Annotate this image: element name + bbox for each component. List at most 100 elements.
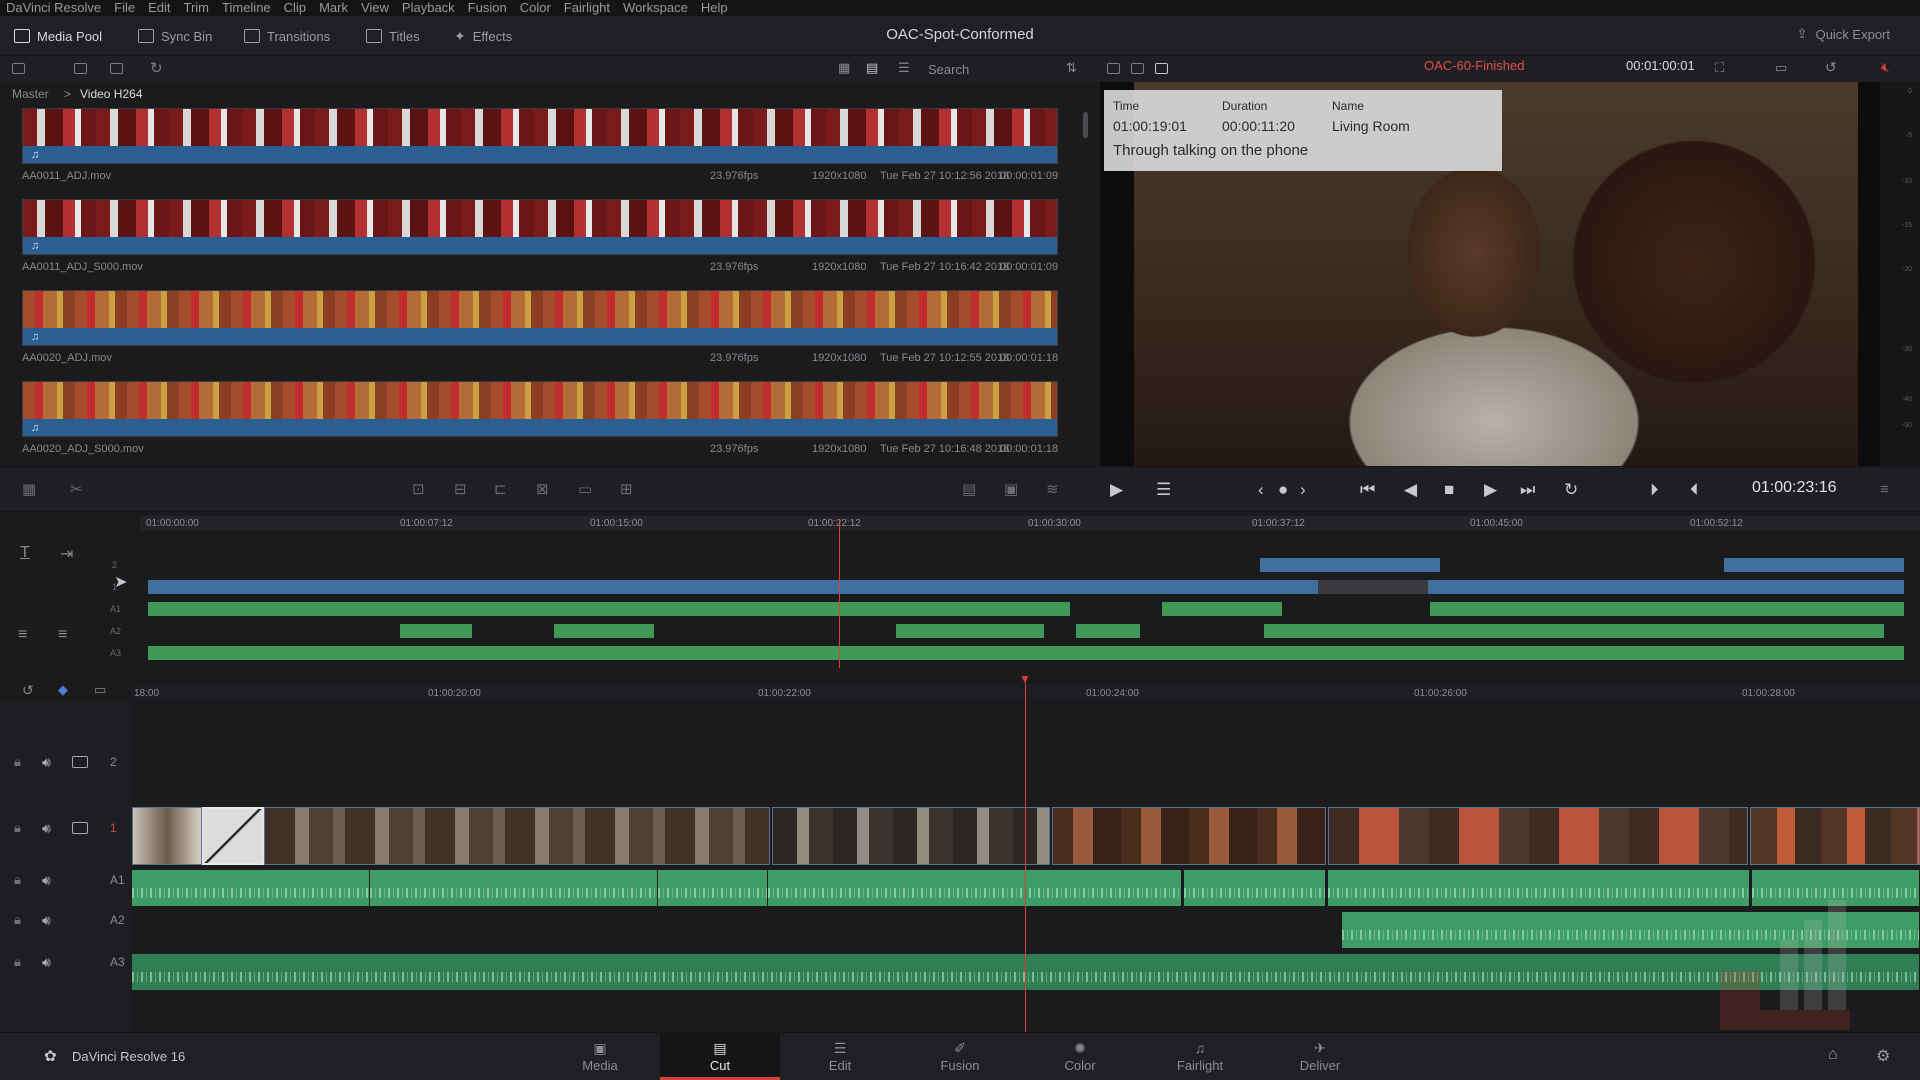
zoom-icon[interactable]: ▭: [94, 682, 106, 698]
lock-icon[interactable]: 🔒︎: [14, 912, 21, 928]
place-on-top-icon[interactable]: ▭: [578, 481, 592, 498]
upper-audio-clip[interactable]: [400, 624, 472, 638]
bin-list-toggle-icon[interactable]: [12, 63, 25, 74]
next-frame-icon[interactable]: ›: [1300, 481, 1306, 498]
previous-clip-icon[interactable]: ⏴︎: [1690, 481, 1699, 498]
menu-trim[interactable]: Trim: [184, 0, 210, 16]
menu-help[interactable]: Help: [701, 0, 728, 16]
clip-filmstrip[interactable]: ♫: [22, 199, 1058, 255]
quick-export-button[interactable]: ⇪ Quick Export: [1797, 26, 1890, 42]
upper-audio-clip[interactable]: [1076, 624, 1140, 638]
home-icon[interactable]: ⌂: [1828, 1046, 1838, 1064]
upper-audio-clip[interactable]: [1264, 624, 1884, 638]
menu-workspace[interactable]: Workspace: [623, 0, 688, 16]
loop-playback-icon[interactable]: ↻: [1564, 481, 1578, 498]
viewer-source-icon[interactable]: [1131, 63, 1144, 74]
sync-bin-button[interactable]: Sync Bin: [138, 25, 212, 47]
safe-area-icon[interactable]: ▶︎: [1110, 481, 1123, 498]
playhead-timecode[interactable]: 01:00:23:16: [1752, 479, 1837, 497]
upper-audio-clip[interactable]: [554, 624, 654, 638]
media-pool-button[interactable]: Media Pool: [14, 25, 102, 47]
viewer-layout-icon[interactable]: ▭: [1775, 60, 1787, 76]
source-overwrite-icon[interactable]: ⊞: [620, 481, 633, 498]
video-monitor-icon[interactable]: [72, 822, 88, 834]
menu-timeline[interactable]: Timeline: [222, 0, 271, 16]
titles-button[interactable]: Titles: [366, 25, 420, 47]
audio-clip[interactable]: [658, 870, 768, 906]
import-media-icon[interactable]: [74, 63, 87, 74]
tab-edit[interactable]: ☰ Edit: [780, 1032, 900, 1080]
go-to-end-icon[interactable]: ⏭︎: [1520, 481, 1535, 498]
ripple-overwrite-icon[interactable]: ⊏: [494, 481, 507, 498]
video-clip-selected[interactable]: [202, 807, 264, 865]
audio-clip[interactable]: [370, 870, 658, 906]
lower-timeline-ruler[interactable]: [132, 684, 1920, 702]
menu-edit[interactable]: Edit: [148, 0, 170, 16]
close-up-icon[interactable]: ⊠: [536, 481, 549, 498]
lock-icon[interactable]: 🔒︎: [14, 872, 21, 888]
import-folder-icon[interactable]: [110, 63, 123, 74]
smart-insert-icon[interactable]: ⊡: [412, 481, 425, 498]
video-monitor-icon[interactable]: [72, 756, 88, 768]
trim-tool-icon[interactable]: ⇥: [60, 544, 73, 564]
menu-app[interactable]: DaVinci Resolve: [6, 0, 101, 16]
video-clip[interactable]: [1052, 807, 1326, 865]
dissolve-icon[interactable]: ▤: [962, 481, 976, 498]
menu-clip[interactable]: Clip: [284, 0, 306, 16]
clip-filmstrip[interactable]: ♫: [22, 381, 1058, 437]
search-input[interactable]: Search: [928, 62, 969, 77]
menu-fairlight[interactable]: Fairlight: [564, 0, 610, 16]
tab-fusion[interactable]: ✐ Fusion: [900, 1032, 1020, 1080]
speaker-icon[interactable]: 🔊︎: [42, 912, 51, 929]
timeline-options-icon[interactable]: ▦: [22, 481, 36, 498]
audio-clip[interactable]: [768, 870, 1182, 906]
upper-video-clip[interactable]: [1724, 558, 1904, 572]
strip-view-icon[interactable]: ▤: [866, 60, 878, 76]
lock-icon[interactable]: 🔒︎: [14, 954, 21, 970]
smooth-cut-icon[interactable]: ▣: [1004, 481, 1018, 498]
title-tool-icon[interactable]: T̲: [20, 544, 30, 562]
grid-view-icon[interactable]: ▦: [838, 60, 850, 76]
tab-color[interactable]: ✺ Color: [1020, 1032, 1140, 1080]
menu-color[interactable]: Color: [520, 0, 551, 16]
speaker-icon[interactable]: 🔊︎: [42, 872, 51, 889]
list-view-icon[interactable]: ☰: [898, 60, 910, 76]
transitions-button[interactable]: Transitions: [244, 25, 330, 47]
tab-media[interactable]: ▣ Media: [540, 1032, 660, 1080]
audio-clip[interactable]: [1328, 870, 1750, 906]
video-clip[interactable]: [132, 807, 202, 865]
upper-audio-clip[interactable]: [148, 602, 1070, 616]
upper-audio-clip[interactable]: [1162, 602, 1282, 616]
tab-cut[interactable]: ▤ Cut: [660, 1032, 780, 1080]
effects-button[interactable]: ✦ Effects: [454, 25, 512, 47]
speaker-icon[interactable]: 🔊︎: [42, 754, 51, 771]
upper-audio-clip[interactable]: [1430, 602, 1904, 616]
media-pool-scrollbar[interactable]: [1083, 112, 1088, 138]
next-clip-icon[interactable]: ⏵︎: [1650, 481, 1659, 498]
menu-file[interactable]: File: [114, 0, 135, 16]
video-clip[interactable]: [1328, 807, 1748, 865]
sync-icon[interactable]: ↻: [150, 59, 163, 77]
audio-clip[interactable]: [132, 954, 1920, 990]
menu-playback[interactable]: Playback: [402, 0, 455, 16]
speaker-icon[interactable]: 🔊︎: [42, 820, 51, 837]
play-reverse-icon[interactable]: ◀︎: [1404, 481, 1417, 498]
append-icon[interactable]: ⊟: [454, 481, 467, 498]
playhead-marker-icon[interactable]: ▼: [1019, 672, 1031, 686]
video-clip[interactable]: [772, 807, 1050, 865]
razor-icon[interactable]: ✂: [70, 481, 83, 498]
viewer-timeline-icon[interactable]: [1155, 63, 1168, 74]
gear-icon[interactable]: ⚙: [1876, 1046, 1890, 1066]
menu-fusion[interactable]: Fusion: [468, 0, 507, 16]
menu-view[interactable]: View: [361, 0, 389, 16]
prev-frame-icon[interactable]: ‹: [1258, 481, 1264, 498]
marker-icon[interactable]: ◆: [58, 682, 68, 698]
video-clip[interactable]: [1750, 807, 1920, 865]
upper-playhead[interactable]: [839, 520, 840, 668]
tab-deliver[interactable]: ✈ Deliver: [1260, 1032, 1380, 1080]
audio-clip[interactable]: [132, 870, 370, 906]
audio-clip[interactable]: [1184, 870, 1326, 906]
tab-fairlight[interactable]: ♫ Fairlight: [1140, 1032, 1260, 1080]
snapping-icon[interactable]: ↺: [22, 682, 34, 699]
upper-video-clip[interactable]: [1260, 558, 1440, 572]
